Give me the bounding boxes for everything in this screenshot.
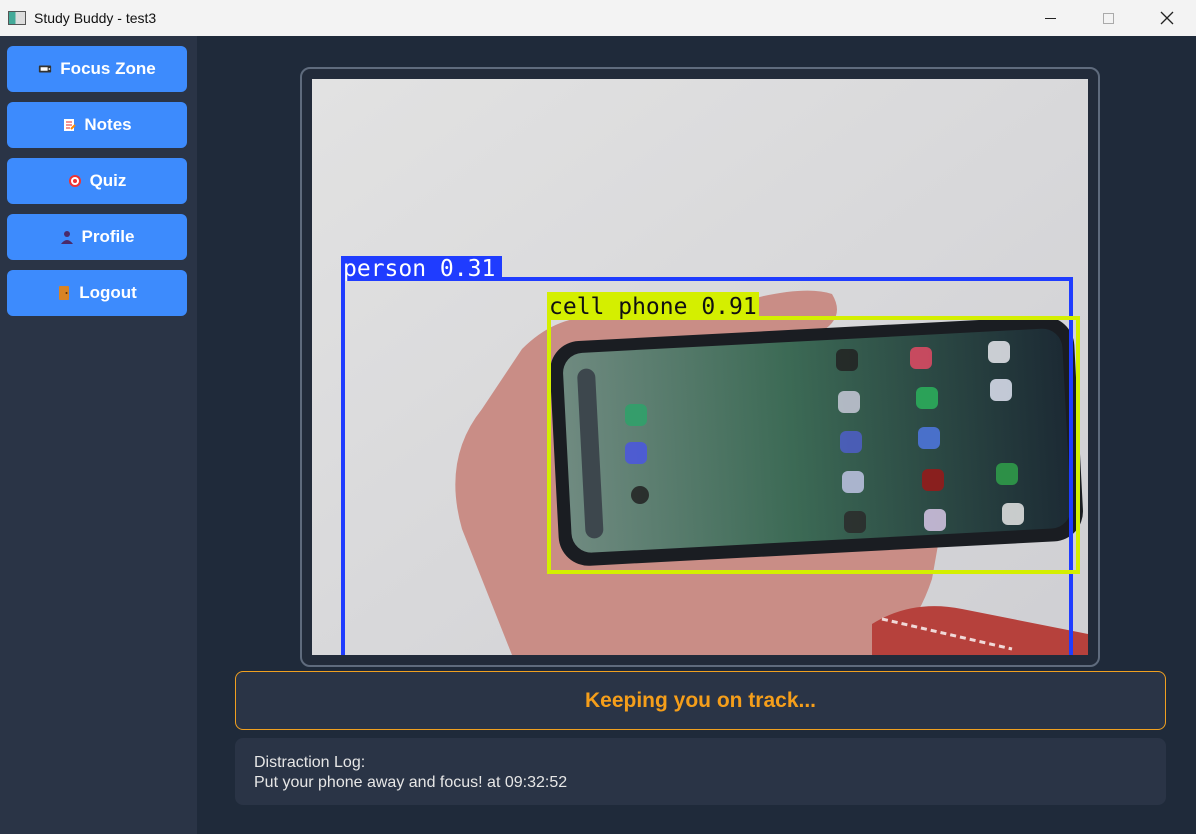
logout-button[interactable]: Logout xyxy=(7,270,187,316)
status-text: Keeping you on track... xyxy=(584,688,817,712)
focus-zone-label: Focus Zone xyxy=(60,59,156,78)
log-entry: Put your phone away and focus! at 09:32:… xyxy=(254,774,568,791)
person-icon xyxy=(60,230,74,244)
app-icon xyxy=(8,11,26,25)
title-bar: Study Buddy - test3 xyxy=(0,0,1196,36)
distraction-log: Distraction Log: Put your phone away and… xyxy=(235,738,1166,805)
sidebar: Focus Zone Notes Quiz Profile Logout xyxy=(0,36,197,834)
window-title: Study Buddy - test3 xyxy=(34,10,157,26)
quiz-button[interactable]: Quiz xyxy=(7,158,187,204)
focus-zone-button[interactable]: Focus Zone xyxy=(7,46,187,92)
log-heading: Distraction Log: xyxy=(254,754,366,771)
target-icon xyxy=(68,174,82,188)
notes-label: Notes xyxy=(84,115,132,134)
notes-button[interactable]: Notes xyxy=(7,102,187,148)
logout-label: Logout xyxy=(79,283,137,302)
door-icon xyxy=(57,286,71,300)
memo-icon xyxy=(62,118,77,132)
profile-button[interactable]: Profile xyxy=(7,214,187,260)
quiz-label: Quiz xyxy=(89,171,127,190)
status-banner: Keeping you on track... xyxy=(235,671,1166,730)
phone-detection-label: cell phone 0.91 xyxy=(549,294,757,320)
close-icon xyxy=(1160,11,1174,25)
minimize-icon xyxy=(1044,17,1056,19)
profile-label: Profile xyxy=(81,227,135,246)
video-camera-icon xyxy=(38,62,52,76)
minimize-button[interactable] xyxy=(1021,0,1079,36)
close-button[interactable] xyxy=(1138,0,1196,36)
maximize-button[interactable] xyxy=(1079,0,1137,36)
person-detection-label: person 0.31 xyxy=(343,256,495,282)
camera-feed: person 0.31 cell phone 0.91 xyxy=(312,79,1088,655)
maximize-icon xyxy=(1102,12,1114,24)
